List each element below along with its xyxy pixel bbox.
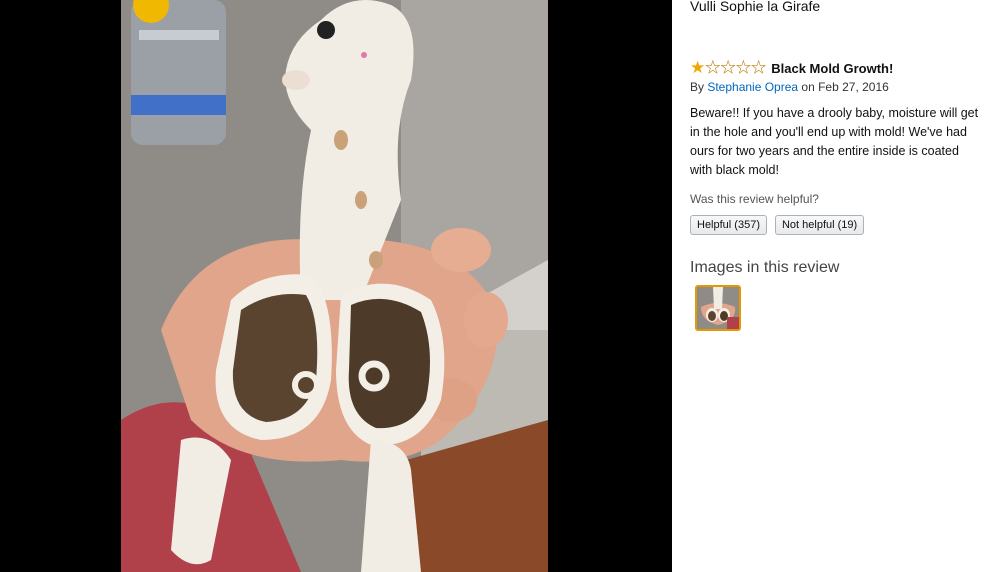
star-empty-icon: ★ (751, 58, 767, 77)
review-photo (121, 0, 548, 572)
review-side-panel: Vulli Sophie la Girafe ★ ★ ★ ★ ★ Black M… (672, 0, 996, 572)
product-title[interactable]: Vulli Sophie la Girafe (690, 0, 820, 14)
helpful-buttons: Helpful (357) Not helpful (19) (690, 215, 865, 235)
not-helpful-button[interactable]: Not helpful (19) (774, 215, 865, 235)
author-link[interactable]: Stephanie Oprea (707, 80, 798, 94)
images-section-heading: Images in this review (690, 259, 840, 276)
image-viewer (0, 0, 672, 572)
review-title: Black Mold Growth! (771, 60, 894, 76)
review-image-thumbnail[interactable] (695, 285, 741, 331)
review-rating-row: ★ ★ ★ ★ ★ Black Mold Growth! (690, 58, 894, 77)
star-empty-icon: ★ (720, 58, 736, 77)
star-empty-icon: ★ (735, 58, 751, 77)
byline-prefix: By (690, 80, 708, 94)
star-rating: ★ ★ ★ ★ ★ (690, 58, 767, 77)
review-body: Beware!! If you have a drooly baby, mois… (690, 106, 979, 177)
giraffe-photo-illustration (121, 0, 548, 572)
review-date: on Feb 27, 2016 (798, 80, 889, 94)
star-filled-icon: ★ (690, 58, 706, 77)
helpful-button[interactable]: Helpful (357) (690, 215, 767, 235)
thumbnail-image (697, 287, 739, 329)
review-byline: By Stephanie Oprea on Feb 27, 2016 (690, 80, 889, 94)
helpful-question: Was this review helpful? (690, 192, 819, 206)
star-empty-icon: ★ (705, 58, 721, 77)
